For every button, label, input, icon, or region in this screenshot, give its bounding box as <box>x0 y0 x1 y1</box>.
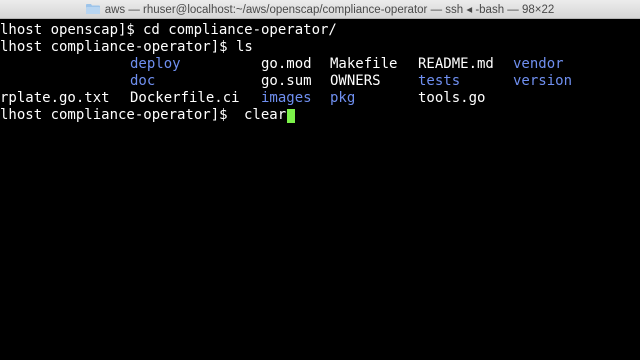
text-cursor <box>287 109 295 123</box>
ls-entry-file: Dockerfile.ci <box>130 90 240 106</box>
terminal-window: aws — rhuser@localhost:~/aws/openscap/co… <box>0 0 640 360</box>
ls-entry-directory: vendor <box>513 56 564 72</box>
ls-output-row: rplate.go.txt Dockerfile.ci images pkg t… <box>0 90 640 107</box>
ls-output-row: doc go.sum OWNERS tests version <box>0 73 640 90</box>
ls-entry-directory: deploy <box>130 56 181 72</box>
ls-entry-file: OWNERS <box>330 73 381 89</box>
terminal-line: lhost compliance-operator]$ ls <box>0 39 640 56</box>
ls-entry-file: rplate.go.txt <box>0 90 110 106</box>
shell-prompt: lhost compliance-operator]$ <box>0 107 237 123</box>
ls-output-row: deploy go.mod Makefile README.md vendor <box>0 56 640 73</box>
terminal-output[interactable]: lhost openscap]$ cd compliance-operator/… <box>0 22 640 360</box>
shell-prompt: lhost openscap]$ <box>0 22 144 38</box>
title-bar: aws — rhuser@localhost:~/aws/openscap/co… <box>0 0 640 19</box>
ls-entry-file: Makefile <box>330 56 398 72</box>
terminal-line: lhost openscap]$ cd compliance-operator/ <box>0 22 640 39</box>
terminal-line: lhost compliance-operator]$ clear <box>0 107 640 124</box>
ls-entry-file: README.md <box>418 56 494 72</box>
ls-entry-directory: version <box>513 73 573 89</box>
ls-entry-directory: doc <box>130 73 156 89</box>
ls-entry-directory: pkg <box>330 90 356 106</box>
ls-entry-file: tools.go <box>418 90 486 106</box>
window-title: aws — rhuser@localhost:~/aws/openscap/co… <box>104 4 555 16</box>
shell-prompt: lhost compliance-operator]$ <box>0 39 237 55</box>
ls-entry-file: go.mod <box>261 56 312 72</box>
ls-entry-directory: tests <box>418 73 461 89</box>
ls-entry-directory: images <box>261 90 312 106</box>
shell-command: cd compliance-operator/ <box>143 22 337 38</box>
shell-command: ls <box>236 39 253 55</box>
folder-icon <box>85 4 100 14</box>
ls-entry-file: go.sum <box>261 73 312 89</box>
shell-command: clear <box>244 107 287 123</box>
